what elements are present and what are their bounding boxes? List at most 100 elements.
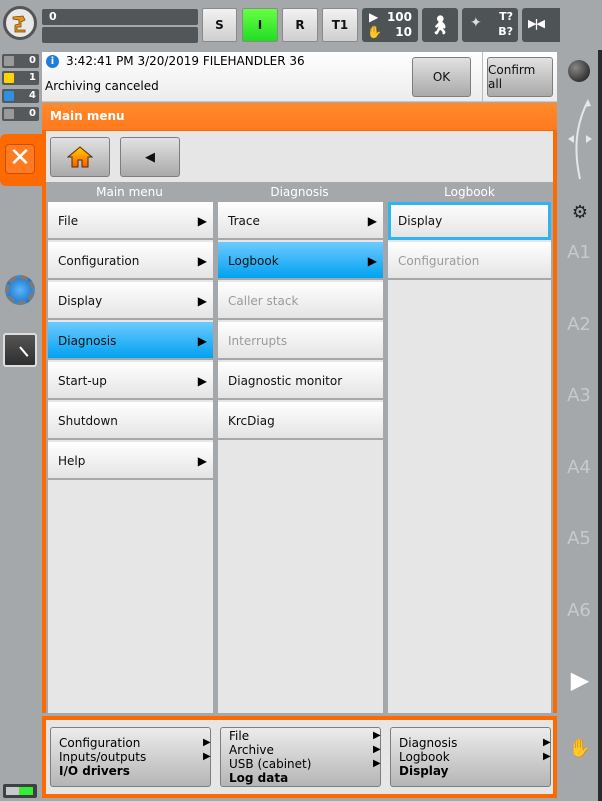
play-icon: ▶: [369, 10, 379, 24]
menu-item-label: Configuration: [398, 254, 480, 268]
menu-item[interactable]: Diagnostic monitor: [218, 362, 383, 400]
ack-message-counter[interactable]: 0: [2, 54, 39, 68]
submenu-arrow-icon: ▶: [197, 294, 207, 308]
history-button-logbook-display[interactable]: Diagnosis ▶ Logbook ▶ Display: [390, 727, 551, 787]
history-inner: Configuration ▶ Inputs/outputs ▶ I/O drivers…: [46, 720, 553, 794]
confirm-all-button[interactable]: Confirm all: [487, 57, 553, 97]
jog-hand-icon[interactable]: ✋: [567, 738, 593, 762]
menu-item[interactable]: Display ▶: [48, 282, 213, 320]
base-value: B?: [498, 25, 513, 38]
menu-item: Caller stack: [218, 282, 383, 320]
close-icon[interactable]: ✕: [5, 144, 35, 174]
submit-interpreter-button[interactable]: S: [202, 8, 237, 42]
history-line-label: Diagnosis: [399, 736, 458, 750]
mode-label: T1: [331, 18, 349, 32]
message-header: 3:42:41 PM 3/20/2019 FILEHANDLER 36: [66, 54, 305, 68]
globe-icon[interactable]: [568, 60, 590, 82]
battery-empty: [6, 787, 19, 795]
tool-base-button[interactable]: ✦ T? B?: [462, 8, 518, 42]
warning-message-counter[interactable]: 1: [2, 71, 39, 85]
history-button-io-drivers[interactable]: Configuration ▶ Inputs/outputs ▶ I/O drivers: [50, 727, 211, 787]
menu-item-label: Interrupts: [228, 334, 288, 348]
menu-item[interactable]: Display: [388, 202, 551, 240]
increment-icon: ▶|◀: [528, 17, 545, 30]
menu-item[interactable]: Shutdown: [48, 402, 213, 440]
main-menu-column: File ▶ Configuration ▶ Display ▶ Diagnosis ▶ Sta…: [48, 202, 213, 713]
history-arrow-icon: ▶: [203, 751, 211, 762]
menu-item-label: Diagnostic monitor: [228, 374, 343, 388]
history-button-log-data[interactable]: File ▶ Archive ▶ USB (cabinet) ▶ Log data: [220, 727, 381, 787]
axis-jog-key-a4[interactable]: A4: [560, 457, 598, 478]
walking-person-button[interactable]: 🚶︎: [422, 8, 458, 42]
message-window: i 3:42:41 PM 3/20/2019 FILEHANDLER 36 Ar…: [42, 52, 557, 102]
play-icon[interactable]: ▶: [568, 666, 592, 694]
menu-item[interactable]: Trace ▶: [218, 202, 383, 240]
menu-item-label: Help: [58, 454, 86, 468]
info-icon: i: [46, 55, 59, 68]
history-line-label: Inputs/outputs: [59, 750, 147, 764]
mode-label: I: [257, 18, 263, 32]
robot-interpreter-button[interactable]: R: [282, 8, 318, 42]
history-current-label: Log data: [229, 771, 289, 785]
menu-item[interactable]: Start-up ▶: [48, 362, 213, 400]
home-button[interactable]: [50, 137, 110, 177]
jog-override-value: 10: [395, 25, 412, 39]
menu-item[interactable]: Diagnosis ▶: [48, 322, 213, 360]
menu-item-label: Trace: [228, 214, 260, 228]
history-line-label: USB (cabinet): [229, 757, 312, 771]
tool-icon: ✦: [470, 15, 482, 31]
history-line-label: Logbook: [399, 750, 450, 764]
submenu-arrow-icon: ▶: [197, 334, 207, 348]
history-panel: Configuration ▶ Inputs/outputs ▶ I/O drivers…: [42, 716, 557, 798]
history-line-label: Configuration: [59, 736, 141, 750]
menu-item[interactable]: Logbook ▶: [218, 242, 383, 280]
axis-jog-key-a5[interactable]: A5: [560, 528, 598, 549]
navigation-bar: ◀: [46, 131, 553, 182]
column-header-logbook: Logbook: [444, 185, 495, 199]
message-text: Archiving canceled: [45, 79, 159, 93]
history-line-label: File: [229, 729, 250, 743]
coordinate-system-icon[interactable]: [562, 95, 598, 185]
dialog-icon: [4, 109, 14, 119]
info-message-counter[interactable]: 4: [2, 89, 39, 103]
menu-item[interactable]: KrcDiag: [218, 402, 383, 440]
column-header-main-menu: Main menu: [96, 185, 163, 199]
back-button[interactable]: ◀: [120, 137, 180, 177]
close-menu-tab[interactable]: ✕: [0, 134, 42, 186]
confirm-all-label: Confirm all: [488, 63, 536, 91]
jog-mode-icon[interactable]: ⚙︎: [568, 202, 592, 223]
dialog-message-counter[interactable]: 0: [2, 107, 39, 121]
override-button[interactable]: ▶ 100 ✋ 10: [362, 8, 418, 42]
axis-jog-key-a1[interactable]: A1: [560, 242, 598, 263]
settings-gear-icon[interactable]: [5, 275, 35, 305]
history-line: USB (cabinet) ▶: [229, 757, 381, 771]
operating-mode-button[interactable]: T1: [322, 8, 358, 42]
menu-item-label: Shutdown: [58, 414, 118, 428]
menu-item: Configuration: [388, 242, 551, 280]
mode-label: R: [295, 18, 305, 32]
clock-icon[interactable]: [3, 333, 37, 367]
menu-columns: Main menu Diagnosis Logbook File ▶ Configu…: [46, 182, 553, 713]
battery-fill: [19, 787, 33, 795]
ok-button[interactable]: OK: [412, 57, 471, 97]
menu-item[interactable]: Configuration ▶: [48, 242, 213, 280]
menu-item-label: Logbook: [228, 254, 279, 268]
warning-count: 1: [29, 72, 36, 83]
history-arrow-icon: ▶: [543, 737, 551, 748]
logbook-column: Display Configuration: [388, 202, 551, 713]
drives-button[interactable]: I: [242, 8, 278, 42]
home-icon: [67, 146, 93, 168]
axis-jog-key-a3[interactable]: A3: [560, 385, 598, 406]
menu-item-label: File: [58, 214, 79, 228]
history-line-label: Archive: [229, 743, 274, 757]
submenu-arrow-icon: ▶: [197, 374, 207, 388]
history-current-label: I/O drivers: [59, 764, 130, 778]
ok-label: OK: [432, 70, 451, 84]
robot-logo-button[interactable]: [3, 6, 37, 40]
axis-jog-key-a6[interactable]: A6: [560, 600, 598, 621]
menu-item[interactable]: File ▶: [48, 202, 213, 240]
axis-jog-key-a2[interactable]: A2: [560, 314, 598, 335]
dialog-count: 0: [29, 108, 36, 119]
menu-item-label: KrcDiag: [228, 414, 275, 428]
menu-item[interactable]: Help ▶: [48, 442, 213, 480]
